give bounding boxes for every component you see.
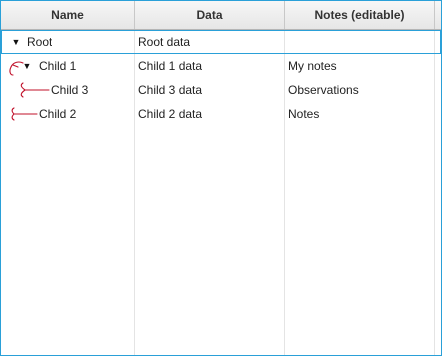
column-header-filler bbox=[435, 1, 441, 29]
tree-row-child-2[interactable]: Child 2 Child 2 data Notes bbox=[1, 102, 441, 126]
tree-row-child-1[interactable]: ▼ Child 1 Child 1 data My notes bbox=[1, 54, 441, 78]
data-cell: Child 1 data bbox=[138, 59, 203, 73]
tree-row-child-3[interactable]: Child 3 Child 3 data Observations bbox=[1, 78, 441, 102]
notes-cell[interactable]: Observations bbox=[288, 78, 359, 102]
red-arrow-annotation-icon bbox=[20, 82, 50, 98]
tree-table[interactable]: Name Data Notes (editable) ▼ Root Root d… bbox=[0, 0, 442, 356]
data-cell: Root data bbox=[138, 35, 191, 49]
tree-row-root[interactable]: ▼ Root Root data bbox=[1, 30, 441, 54]
data-cell: Child 3 data bbox=[138, 83, 203, 97]
data-cell: Child 2 data bbox=[138, 107, 203, 121]
column-header-data[interactable]: Data bbox=[135, 1, 285, 29]
red-arrow-annotation-icon bbox=[11, 107, 38, 121]
red-arrow-annotations bbox=[9, 61, 50, 121]
notes-cell[interactable]: Notes bbox=[288, 102, 319, 126]
column-header-notes[interactable]: Notes (editable) bbox=[285, 1, 435, 29]
notes-cell[interactable]: My notes bbox=[288, 54, 337, 78]
table-header: Name Data Notes (editable) bbox=[1, 1, 441, 30]
red-arrow-annotation-icon bbox=[9, 61, 24, 76]
